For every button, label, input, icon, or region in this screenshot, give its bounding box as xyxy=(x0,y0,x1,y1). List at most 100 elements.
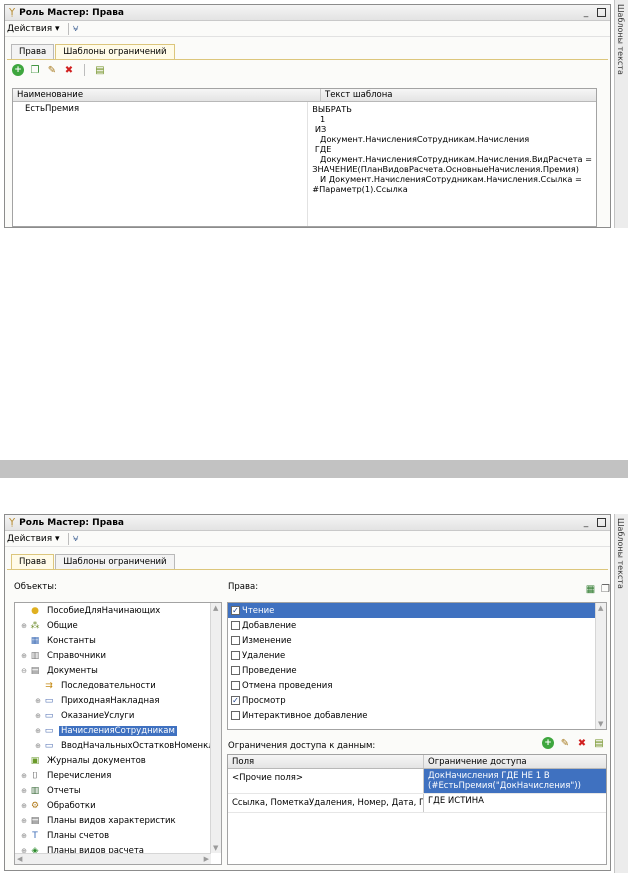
minimize-icon[interactable]: _ xyxy=(580,517,592,529)
right-checkbox[interactable] xyxy=(231,681,240,690)
expand-icon[interactable]: ⊕ xyxy=(19,802,29,810)
text-editor-icon[interactable]: ▤ xyxy=(94,64,106,76)
actions-menu-button[interactable]: Действия ▾ xyxy=(7,24,64,34)
scroll-up-icon[interactable]: ▲ xyxy=(213,604,218,612)
tree-item[interactable]: ⊕ ▥ Отчеты xyxy=(15,783,221,798)
template-text-cell[interactable]: ВЫБРАТЬ 1 ИЗ Документ.НачисленияСотрудни… xyxy=(308,102,596,226)
add-icon[interactable]: + xyxy=(12,64,24,76)
fields-cell[interactable]: Ссылка, ПометкаУдаления, Номер, Дата, П.… xyxy=(228,794,424,812)
right-checkbox[interactable] xyxy=(231,711,240,720)
table-row[interactable]: <Прочие поля> ДокНачисления ГДЕ НЕ 1 В (… xyxy=(228,769,606,794)
tree-item-label: Последовательности xyxy=(61,680,156,691)
column-header-name[interactable]: Наименование xyxy=(13,89,321,101)
tab-rights[interactable]: Права xyxy=(11,44,55,59)
expand-icon[interactable]: ⊕ xyxy=(19,817,29,825)
edit-icon[interactable]: ✎ xyxy=(46,64,58,76)
table-row[interactable]: ЕстьПремия ВЫБРАТЬ 1 ИЗ Документ.Начисле… xyxy=(13,102,596,226)
maximize-icon[interactable] xyxy=(595,7,607,19)
right-item[interactable]: Изменение xyxy=(228,633,606,648)
tree-item[interactable]: ⊖ ▤ Документы xyxy=(15,663,221,678)
window-titlebar[interactable]: Ỵ Роль Мастер: Права _ xyxy=(5,5,610,21)
edit-icon[interactable]: ✎ xyxy=(559,737,571,749)
tree-item[interactable]: ⊕ ▤ Планы видов характеристик xyxy=(15,813,221,828)
tree-item[interactable]: ⊕ T Планы счетов xyxy=(15,828,221,843)
right-checkbox[interactable]: ✓ xyxy=(231,606,240,615)
right-checkbox[interactable]: ✓ xyxy=(231,696,240,705)
right-item[interactable]: Добавление xyxy=(228,618,606,633)
tree-horizontal-scrollbar[interactable]: ◀ ▶ xyxy=(15,853,211,864)
tree-item[interactable]: ● ПособиеДляНачинающих xyxy=(15,603,221,618)
expand-icon[interactable]: ⊕ xyxy=(19,652,29,660)
window-titlebar[interactable]: Ỵ Роль Мастер: Права _ xyxy=(5,515,610,531)
tree-item[interactable]: ⊕ ▭ ВводНачальныхОстатковНоменкл xyxy=(15,738,221,753)
tab-restriction-templates[interactable]: Шаблоны ограничений xyxy=(55,554,175,569)
right-item[interactable]: Удаление xyxy=(228,648,606,663)
expand-icon[interactable]: ⊕ xyxy=(19,622,29,630)
constants-icon: ▦ xyxy=(30,635,40,646)
delete-icon[interactable]: ✖ xyxy=(576,737,588,749)
tree-vertical-scrollbar[interactable]: ▲ ▼ xyxy=(210,603,221,853)
text-editor-icon[interactable]: ▤ xyxy=(593,737,605,749)
right-item[interactable]: ✓ Чтение xyxy=(228,603,606,618)
tree-item[interactable]: ⇉ Последовательности xyxy=(15,678,221,693)
expand-icon[interactable]: ⊕ xyxy=(19,787,29,795)
expand-icon[interactable]: ⊕ xyxy=(33,742,43,750)
tab-strip: Права Шаблоны ограничений xyxy=(11,554,176,569)
column-header-restriction[interactable]: Ограничение доступа xyxy=(424,755,531,768)
add-icon[interactable]: + xyxy=(542,737,554,749)
expand-icon[interactable]: ⊕ xyxy=(19,772,29,780)
toolbar-separator xyxy=(67,22,69,35)
tree-item[interactable]: ⊕ ▥ Справочники xyxy=(15,648,221,663)
right-item[interactable]: ✓ Просмотр xyxy=(228,693,606,708)
tab-rights[interactable]: Права xyxy=(11,554,55,569)
copy-rights-icon[interactable]: ❐ xyxy=(600,584,610,595)
expand-icon[interactable]: ⊕ xyxy=(33,727,43,735)
tree-item[interactable]: ⊕ ▭ ПриходнаяНакладная xyxy=(15,693,221,708)
maximize-icon[interactable] xyxy=(595,517,607,529)
right-checkbox[interactable] xyxy=(231,621,240,630)
column-header-template-text[interactable]: Текст шаблона xyxy=(321,89,397,101)
filter-icon[interactable]: ⍱ xyxy=(73,23,79,34)
table-row[interactable]: Ссылка, ПометкаУдаления, Номер, Дата, П.… xyxy=(228,794,606,813)
scroll-down-icon[interactable]: ▼ xyxy=(213,844,218,852)
tab-restriction-templates[interactable]: Шаблоны ограничений xyxy=(55,44,175,59)
tree-item[interactable]: ⊕ ▭ НачисленияСотрудникам xyxy=(15,723,221,738)
expand-icon[interactable]: ⊕ xyxy=(33,712,43,720)
right-item[interactable]: Интерактивное добавление xyxy=(228,708,606,723)
filter-icon[interactable]: ⍱ xyxy=(73,533,79,544)
tree-item[interactable]: ▣ Журналы документов xyxy=(15,753,221,768)
tree-item[interactable]: ⊕ ▭ ОказаниеУслуги xyxy=(15,708,221,723)
template-name-cell[interactable]: ЕстьПремия xyxy=(13,102,309,226)
right-checkbox[interactable] xyxy=(231,666,240,675)
text-templates-side-panel[interactable]: Шаблоны текста xyxy=(614,0,628,228)
expand-icon[interactable]: ⊕ xyxy=(33,697,43,705)
scroll-up-icon[interactable]: ▲ xyxy=(598,604,603,612)
minimize-icon[interactable]: _ xyxy=(580,7,592,19)
config-icon: ● xyxy=(31,605,39,616)
expand-icon[interactable]: ⊕ xyxy=(19,832,29,840)
side-panel-label: Шаблоны текста xyxy=(616,518,625,589)
right-item[interactable]: Проведение xyxy=(228,663,606,678)
text-templates-side-panel[interactable]: Шаблоны текста xyxy=(614,514,628,873)
right-item[interactable]: Отмена проведения xyxy=(228,678,606,693)
copy-icon[interactable]: ❐ xyxy=(29,64,41,76)
tree-item[interactable]: ⊕ ⌷ Перечисления xyxy=(15,768,221,783)
right-checkbox[interactable] xyxy=(231,651,240,660)
restriction-cell[interactable]: ГДЕ ИСТИНА xyxy=(424,794,606,812)
restriction-cell[interactable]: ДокНачисления ГДЕ НЕ 1 В (#ЕстьПремия("Д… xyxy=(424,769,606,793)
scroll-right-icon[interactable]: ▶ xyxy=(204,855,209,863)
right-label: Проведение xyxy=(242,665,297,676)
tree-item[interactable]: ⊕ ⁂ Общие xyxy=(15,618,221,633)
fields-cell[interactable]: <Прочие поля> xyxy=(228,769,424,793)
actions-menu-button[interactable]: Действия ▾ xyxy=(7,534,64,544)
collapse-icon[interactable]: ⊖ xyxy=(19,667,29,675)
right-checkbox[interactable] xyxy=(231,636,240,645)
scroll-left-icon[interactable]: ◀ xyxy=(17,855,22,863)
scroll-down-icon[interactable]: ▼ xyxy=(598,720,603,728)
tree-item[interactable]: ⊕ ⚙ Обработки xyxy=(15,798,221,813)
column-header-fields[interactable]: Поля xyxy=(228,755,424,768)
tree-item[interactable]: ▦ Константы xyxy=(15,633,221,648)
set-rights-icon[interactable]: ▦ xyxy=(585,584,596,595)
rights-vertical-scrollbar[interactable]: ▲ ▼ xyxy=(595,603,606,729)
delete-icon[interactable]: ✖ xyxy=(63,64,75,76)
